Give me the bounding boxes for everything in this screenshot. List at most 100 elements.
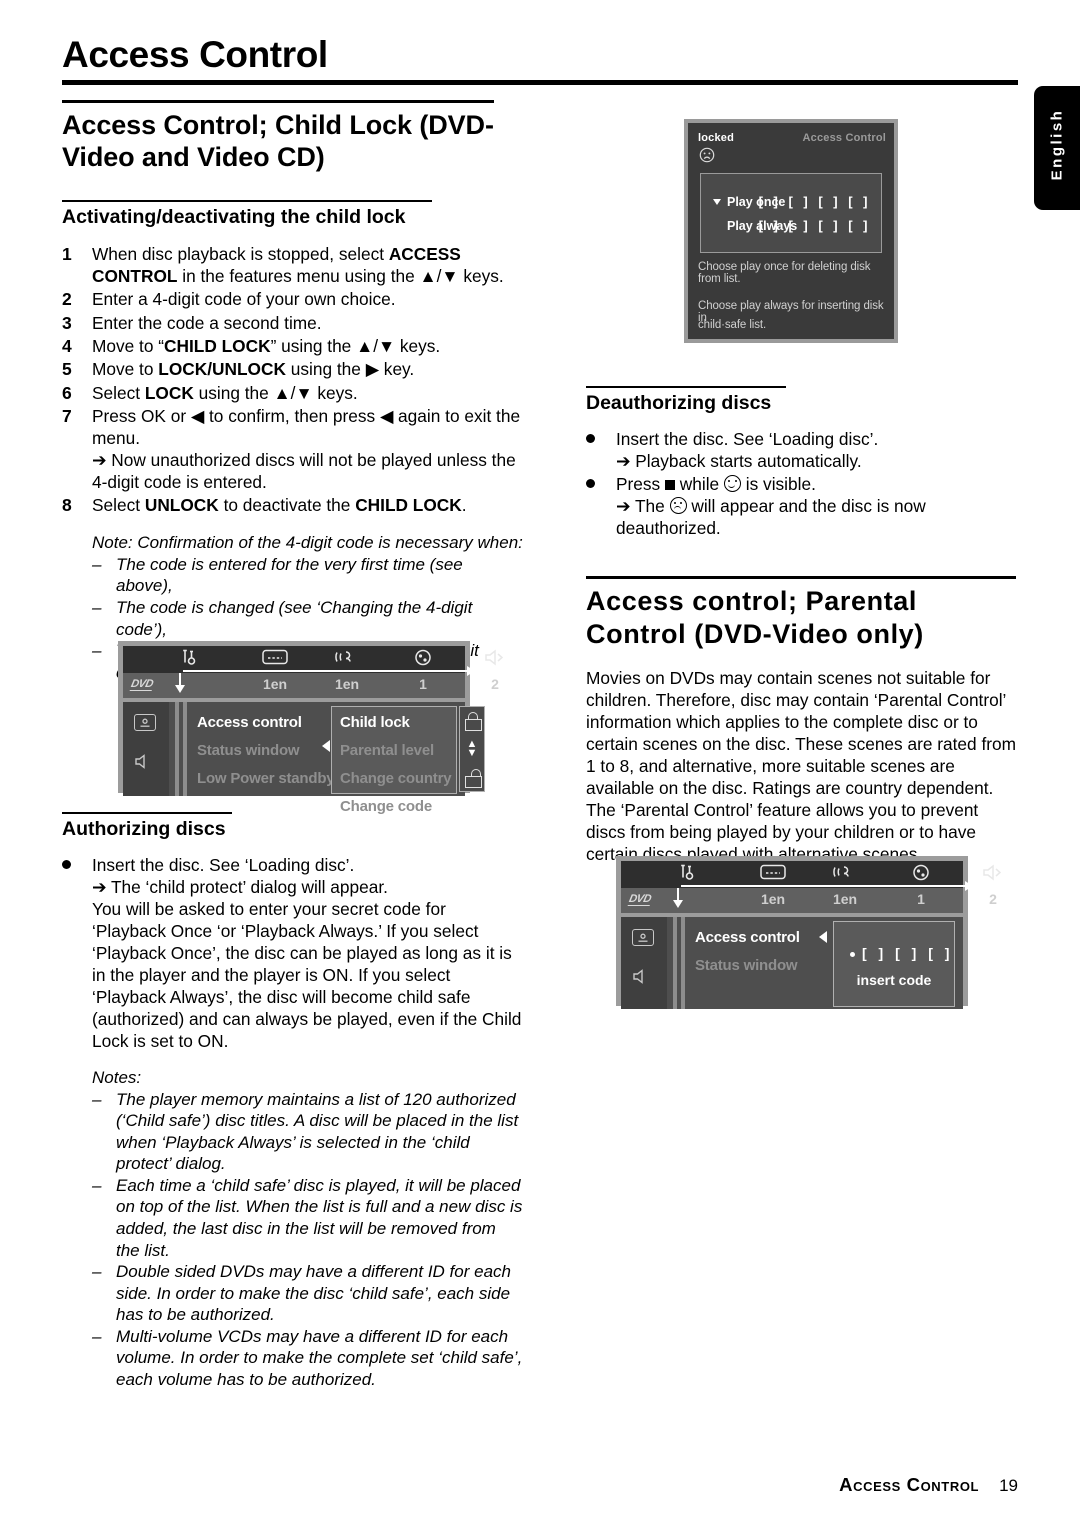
dash-marker: – [92, 554, 102, 574]
audio-language-icon-svg [335, 651, 351, 662]
parental-control-body: Movies on DVDs may contain scenes not su… [586, 667, 1017, 864]
speaker-icon [475, 649, 515, 669]
osd-top-icon-bar [123, 646, 504, 673]
tools-icon [171, 649, 211, 669]
up-down-arrows-icon[interactable]: ▲ ▼ [467, 739, 478, 759]
steps-list: 1 When disc playback is stopped, select … [62, 243, 524, 516]
disc-tray-icon [632, 929, 654, 946]
step-text-b: ” using the ▲/▼ keys. [270, 335, 441, 356]
angle-disc-icon-svg [913, 864, 929, 881]
note-item: – The code is changed (see ‘Changing the… [92, 597, 524, 640]
padlock-locked-icon[interactable] [464, 712, 482, 731]
step-item: 3 Enter the code a second time. [62, 312, 524, 334]
osd-value: 1 [419, 676, 427, 692]
osd-divider [175, 702, 179, 796]
tools-icon-svg [681, 864, 694, 880]
bullet-text: Insert the disc. See ‘Loading disc’. ➔ P… [616, 429, 1026, 473]
step-number: 1 [62, 244, 72, 265]
osd-divider-2 [681, 917, 685, 1009]
step-text-bold: LOCK/UNLOCK [158, 359, 286, 380]
volume-icon-svg [633, 969, 643, 984]
code-boxes-play-once[interactable]: [ ] [ ] [ ] [ ] [759, 194, 871, 209]
disc-tray-icon-box [632, 929, 654, 946]
osd-value: 1en [334, 676, 360, 692]
osd-menu-item[interactable]: Access control [197, 714, 334, 731]
notes-item: – The player memory maintains a list of … [92, 1089, 524, 1175]
osd-submenu-item[interactable]: Change country [340, 770, 452, 787]
dash-marker: – [92, 1089, 102, 1109]
volume-icon [134, 754, 153, 772]
deauth-line-1: Insert the disc. See ‘Loading disc’. [616, 429, 879, 450]
osd-divider [673, 917, 677, 1009]
audio-language-icon [327, 649, 367, 668]
step-number: 8 [62, 495, 72, 516]
disc-tray-icon [134, 714, 156, 731]
step-text-a: Move to [92, 359, 159, 380]
step-number: 2 [62, 289, 72, 310]
osd-left-rail [123, 702, 169, 796]
step-text: Press OK or ◀ to confirm, then press ◀ a… [92, 405, 524, 493]
speaker-icon-svg [983, 864, 1002, 881]
dialog-hint-1: Choose play once for deleting disk from … [698, 261, 871, 285]
disc-tray-glyph [638, 933, 648, 942]
code-boxes[interactable]: [ ] [ ] [ ] [862, 945, 953, 961]
step-text-bold: CHILD LOCK [164, 335, 271, 356]
audio-language-icon [825, 864, 865, 883]
step-number: 7 [62, 405, 72, 426]
osd-value: 1 [917, 891, 925, 907]
osd-value-bar: DVD 1en 1en 1 2 [123, 666, 499, 698]
step-number: 6 [62, 382, 72, 403]
step-text: Move to “CHILD LOCK” using the ▲/▼ keys. [92, 335, 524, 357]
left-caret-icon [322, 740, 330, 752]
angle-disc-icon-svg [415, 649, 431, 666]
notes-label: Notes: [92, 1067, 142, 1087]
notes-item: – Double sided DVDs may have a different… [92, 1261, 524, 1326]
osd-code-panel: [ ] [ ] [ ] insert code [833, 921, 955, 1007]
deauth-line-2: ➔ Playback starts automatically. [616, 451, 862, 472]
osd-screenshot-insert-code: DVD 1en 1en 1 2 Access control Status wi… [616, 856, 1002, 1009]
osd-menu-item[interactable]: Status window [695, 957, 800, 974]
osd-menu-body: Access control Status window [ ] [ ] [ ]… [621, 917, 963, 1009]
subtitle-icon-svg [760, 864, 786, 880]
osd-value: 2 [491, 676, 499, 692]
osd-submenu-item[interactable]: Parental level [340, 742, 451, 759]
osd-menu-body: Access control Status window Low Power s… [123, 702, 485, 815]
osd-menu-item[interactable]: Status window [197, 742, 334, 759]
deauth-line-4a: ➔ The [616, 496, 670, 517]
notes-item: – Multi-volume VCDs may have a different… [92, 1326, 524, 1391]
osd-track-line [681, 881, 973, 891]
parental-control-heading-text: Access control; Parental Control (DVD-Vi… [586, 586, 924, 649]
note-intro: Note: Confirmation of the 4-digit code i… [92, 533, 523, 553]
step-text-a: When disc playback is stopped, select [92, 244, 389, 265]
step-number: 4 [62, 335, 72, 356]
sad-face-icon-svg [699, 147, 715, 163]
step-text-a: Move to “ [92, 335, 165, 356]
step-item: 8 Select UNLOCK to deactivate the CHILD … [62, 494, 524, 516]
activating-subheading: Activating/deactivating the child lock [62, 199, 432, 229]
dash-marker: – [92, 1262, 102, 1282]
bullet-text: Press while is visible. ➔ The will appea… [616, 474, 1026, 540]
authorizing-bullets: Insert the disc. See ‘Loading disc’. ➔ T… [62, 855, 524, 1053]
tools-icon [669, 864, 709, 884]
notes-item-text: The player memory maintains a list of 12… [116, 1089, 519, 1174]
code-boxes-play-always[interactable]: [ ] [ ] [ ] [ ] [759, 218, 871, 233]
step-item: 5 Move to LOCK/UNLOCK using the ▶ key. [62, 358, 524, 380]
dvd-logo: DVD [129, 678, 155, 691]
step-text-a: Select [92, 495, 145, 516]
code-cursor-dot [850, 952, 855, 957]
subtitle-icon-svg [262, 649, 288, 665]
step-item: 6 Select LOCK using the ▲/▼ keys. [62, 382, 524, 404]
osd-menu-item[interactable]: Low Power standby [197, 770, 335, 787]
deauth-line-3a: Press [616, 474, 665, 495]
disc-tray-glyph [140, 718, 150, 727]
sad-face-icon [669, 497, 687, 515]
step-number: 3 [62, 312, 72, 333]
padlock-unlocked-icon[interactable] [464, 769, 482, 788]
step-text-c: . [461, 495, 467, 516]
osd-submenu-item[interactable]: Child lock [340, 714, 451, 731]
parental-control-heading: Access control; Parental Control (DVD-Vi… [586, 576, 1016, 650]
disc-tray-icon-box [134, 714, 156, 731]
osd-menu-item[interactable]: Access control [695, 929, 800, 946]
osd-value: 1en [760, 891, 786, 907]
bullet-line-2: ➔ The ‘child protect’ dialog will appear… [92, 877, 388, 898]
